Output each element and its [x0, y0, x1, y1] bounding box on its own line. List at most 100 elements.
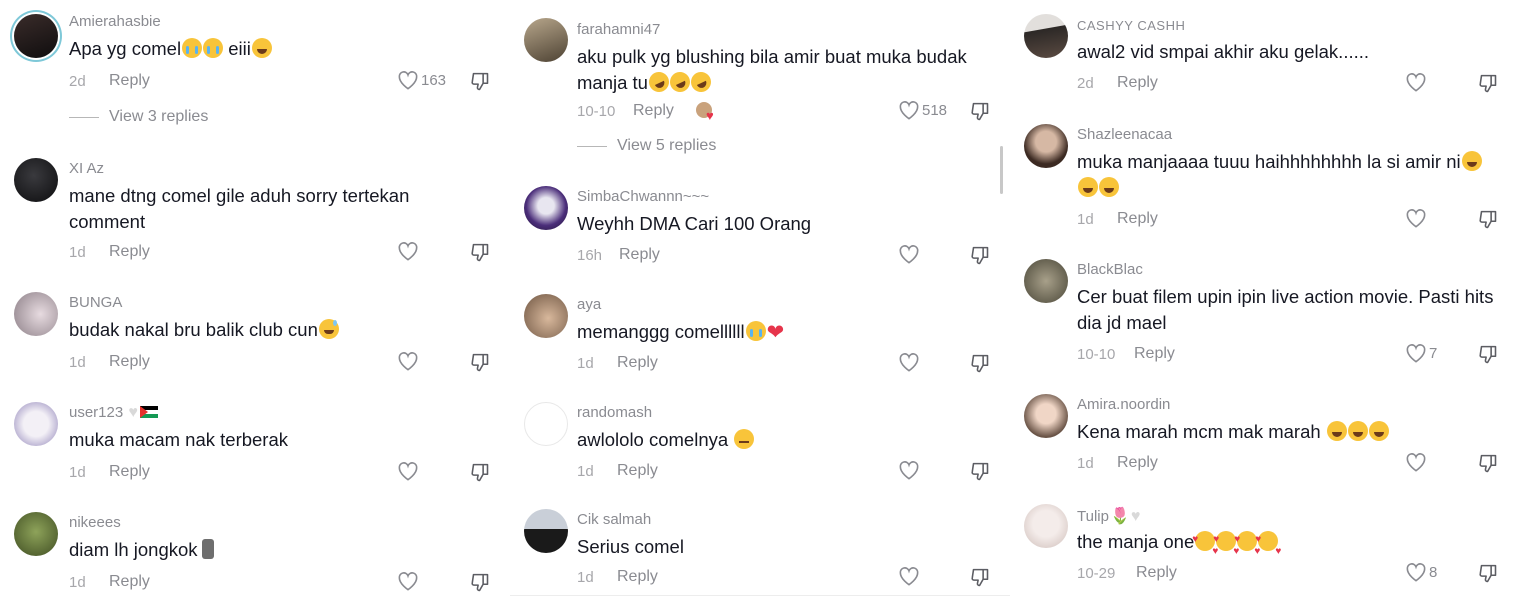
view-replies-label: View 3 replies: [109, 108, 209, 125]
white-heart-emoji-icon: ♥: [128, 404, 138, 421]
avatar[interactable]: [1024, 124, 1068, 168]
avatar[interactable]: [14, 158, 58, 202]
thumbs-down-icon: [471, 353, 489, 372]
dislike-button[interactable]: [970, 567, 991, 593]
view-replies-button[interactable]: View 3 replies: [69, 108, 208, 126]
like-button[interactable]: [898, 352, 922, 372]
comment-username[interactable]: BUNGA: [69, 294, 122, 311]
reply-button[interactable]: Reply: [1136, 564, 1177, 582]
reply-button[interactable]: Reply: [617, 568, 658, 586]
like-button[interactable]: [898, 244, 922, 264]
like-button[interactable]: [397, 241, 421, 261]
like-button[interactable]: [898, 460, 922, 480]
thumbs-down-icon: [471, 463, 489, 482]
heart-outline-icon: [899, 245, 919, 264]
dislike-button[interactable]: [1478, 73, 1499, 99]
avatar[interactable]: [524, 402, 568, 446]
avatar[interactable]: [524, 18, 568, 62]
dislike-button[interactable]: [970, 101, 991, 127]
comment-item: Amira.noordin Kena marah mcm mak marah 1…: [1012, 387, 1515, 497]
reply-button[interactable]: Reply: [1117, 210, 1158, 228]
avatar[interactable]: [524, 186, 568, 230]
reply-button[interactable]: Reply: [109, 353, 150, 371]
dislike-button[interactable]: [470, 352, 491, 378]
comment-username[interactable]: user123 ♥: [69, 404, 158, 422]
dislike-button[interactable]: [470, 71, 491, 97]
avatar[interactable]: [524, 294, 568, 338]
view-replies-button[interactable]: View 5 replies: [577, 137, 716, 155]
like-button[interactable]: [397, 571, 421, 591]
rofl-emoji-icon: [666, 68, 694, 96]
comment-username[interactable]: Tulip🌷♥: [1077, 506, 1140, 526]
comment-date: 2d: [1077, 75, 1094, 92]
like-button[interactable]: [397, 351, 421, 371]
dislike-button[interactable]: [1478, 209, 1499, 235]
username-text: user123: [69, 404, 124, 421]
avatar[interactable]: [14, 292, 58, 336]
comment-username[interactable]: Cik salmah: [577, 511, 651, 528]
comment-item: BUNGA budak nakal bru balik club cun 1d …: [0, 285, 508, 395]
comment-username[interactable]: Shazleenacaa: [1077, 126, 1172, 143]
reply-button[interactable]: Reply: [109, 463, 150, 481]
like-button[interactable]: [1405, 208, 1429, 228]
reply-button[interactable]: Reply: [1134, 345, 1175, 363]
avatar[interactable]: [1024, 14, 1068, 58]
reply-button[interactable]: Reply: [617, 354, 658, 372]
reply-button[interactable]: Reply: [1117, 74, 1158, 92]
comment-username[interactable]: nikeees: [69, 514, 121, 531]
comment-text-body: muka manjaaaa tuuu haihhhhhhhh la si ami…: [1077, 151, 1461, 172]
comment-username[interactable]: CASHYY CASHH: [1077, 18, 1185, 33]
like-button[interactable]: 7: [1405, 343, 1437, 363]
dislike-button[interactable]: [1478, 344, 1499, 370]
dislike-button[interactable]: [1478, 453, 1499, 479]
comment-date: 16h: [577, 247, 603, 264]
comment-username[interactable]: aya: [577, 296, 601, 313]
tears-of-joy-emoji-icon: [1461, 151, 1482, 171]
like-button[interactable]: [1405, 72, 1429, 92]
reply-button[interactable]: Reply: [109, 243, 150, 261]
like-button[interactable]: 518: [898, 100, 947, 120]
dislike-button[interactable]: [970, 245, 991, 271]
avatar[interactable]: [1024, 394, 1068, 438]
palestine-flag-icon: [139, 406, 158, 418]
reply-button[interactable]: Reply: [1117, 454, 1158, 472]
like-button[interactable]: [1405, 452, 1429, 472]
avatar[interactable]: [14, 402, 58, 446]
dislike-button[interactable]: [470, 462, 491, 488]
reply-button[interactable]: Reply: [109, 72, 150, 90]
comment-username[interactable]: XI Az: [69, 160, 104, 177]
comment-username[interactable]: Amierahasbie: [69, 13, 161, 30]
reply-button[interactable]: Reply: [617, 462, 658, 480]
like-button[interactable]: [898, 566, 922, 586]
like-count: 518: [922, 101, 948, 119]
thumbs-down-icon: [1479, 564, 1497, 583]
comment-text-body: the manja one: [1077, 531, 1195, 552]
avatar[interactable]: [1024, 259, 1068, 303]
like-button[interactable]: 163: [397, 70, 446, 90]
comment-username[interactable]: SimbaChwannn~~~: [577, 188, 709, 205]
comment-username[interactable]: BlackBlac: [1077, 261, 1143, 278]
tulip-emoji-icon: 🌷: [1109, 508, 1130, 525]
scrollbar[interactable]: [1000, 146, 1003, 194]
avatar[interactable]: [14, 512, 58, 556]
comment-username[interactable]: farahamni47: [577, 21, 660, 38]
avatar[interactable]: [524, 509, 568, 553]
like-button[interactable]: [397, 461, 421, 481]
comment-username[interactable]: Amira.noordin: [1077, 396, 1170, 413]
dislike-button[interactable]: [970, 353, 991, 379]
avatar[interactable]: [1024, 504, 1068, 548]
avatar[interactable]: [14, 14, 58, 58]
heart-icon: ♥: [706, 108, 714, 123]
dislike-button[interactable]: [470, 242, 491, 268]
reply-button[interactable]: Reply: [619, 246, 660, 264]
reply-button[interactable]: Reply: [633, 102, 674, 120]
reply-button[interactable]: Reply: [109, 573, 150, 591]
rofl-emoji-icon: [645, 68, 673, 96]
dislike-button[interactable]: [1478, 563, 1499, 589]
thumbs-down-icon: [471, 72, 489, 91]
comment-username[interactable]: randomash: [577, 404, 652, 421]
comment-text: awlololo comelnya: [577, 427, 755, 453]
dislike-button[interactable]: [470, 572, 491, 598]
dislike-button[interactable]: [970, 461, 991, 487]
like-button[interactable]: 8: [1405, 562, 1437, 582]
